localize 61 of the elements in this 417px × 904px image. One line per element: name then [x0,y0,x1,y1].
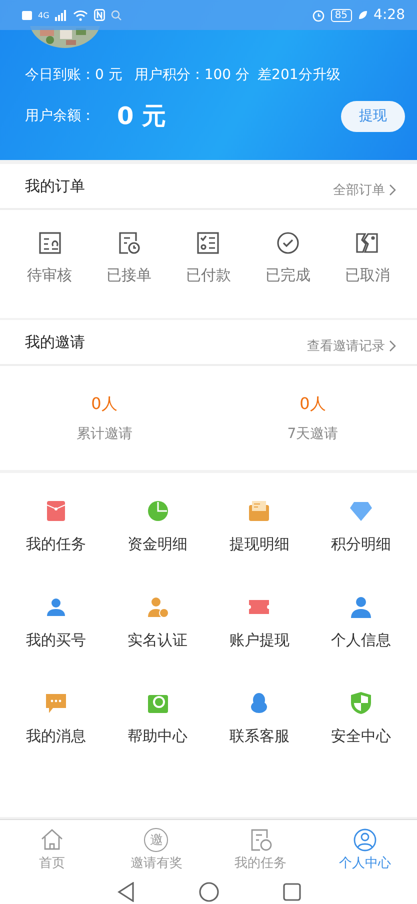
home-icon [40,828,64,852]
menu-item-label[interactable]: 实名认证 [128,631,188,650]
search-icon [111,10,122,20]
network-type: 4G [38,10,50,20]
back-icon[interactable] [116,882,134,902]
section-title: 我的订单 [25,176,85,196]
form-icon [36,230,63,256]
chat-icon [44,691,68,715]
balance-value: 0 元 [117,101,166,132]
nfc-icon [94,9,106,21]
clock-document-icon [248,828,273,852]
menu-item-label[interactable]: 提现明细 [229,535,290,554]
recents-icon[interactable] [282,882,300,900]
hd-icon [22,10,32,20]
menu-item-label[interactable]: 我的消息 [26,727,86,746]
menu-item-label[interactable]: 我的任务 [26,535,86,554]
check-circle-icon [274,230,301,256]
menu-item-label[interactable]: 我的买号 [26,631,86,650]
order-status-label[interactable]: 已完成 [265,266,310,285]
signal-icon [55,10,68,20]
menu-item-label[interactable]: 个人信息 [331,631,392,650]
invite-stat-label: 7天邀请 [287,424,338,442]
order-status-label[interactable]: 已接单 [106,266,152,285]
alarm-icon [312,8,325,22]
order-status-label[interactable]: 待审核 [27,266,72,285]
user-circle-icon [352,828,377,852]
section-title: 我的邀请 [25,332,85,352]
invite-count: 0人 [300,394,326,414]
clock-document-icon [116,230,142,256]
order-status-label[interactable]: 已付款 [186,266,231,285]
menu-item-label[interactable]: 帮助中心 [128,727,188,746]
menu-item-label[interactable]: 安全中心 [331,727,392,746]
chevron-right-icon [389,184,397,196]
wifi-icon [73,10,88,20]
inbox-icon [247,499,272,523]
user-icon [349,595,374,619]
chevron-right-icon [389,340,397,352]
today-income: 今日到账：0 元 [25,66,122,84]
menu-item-label[interactable]: 联系客服 [229,727,290,746]
shield-icon [349,691,374,715]
menu-item-label[interactable]: 账户提现 [229,631,290,650]
user-add-icon [146,595,170,619]
home-icon[interactable] [198,882,218,902]
invite-stat-label: 累计邀请 [76,424,132,442]
invite-records-link[interactable]: 查看邀请记录 [307,337,397,355]
menu-item-label[interactable]: 资金明细 [128,535,188,554]
invite-count: 0人 [91,394,118,414]
invite-icon: 邀 [144,828,168,852]
pie-chart-icon [146,499,170,523]
clock: 4:28 [374,7,405,23]
battery-icon: 85 [330,8,352,22]
balance-label: 用户余额： [25,107,95,125]
leaf-icon [358,10,368,20]
menu-item-label[interactable]: 积分明细 [331,535,392,554]
checklist-icon [195,230,222,256]
order-status-label[interactable]: 已取消 [344,266,390,285]
user-points: 用户积分：100 分 [134,66,250,84]
diamond-icon [349,499,374,523]
all-orders-link[interactable]: 全部订单 [333,181,397,199]
upgrade-hint: 差201分升级 [258,66,340,84]
torn-document-icon [354,230,380,256]
